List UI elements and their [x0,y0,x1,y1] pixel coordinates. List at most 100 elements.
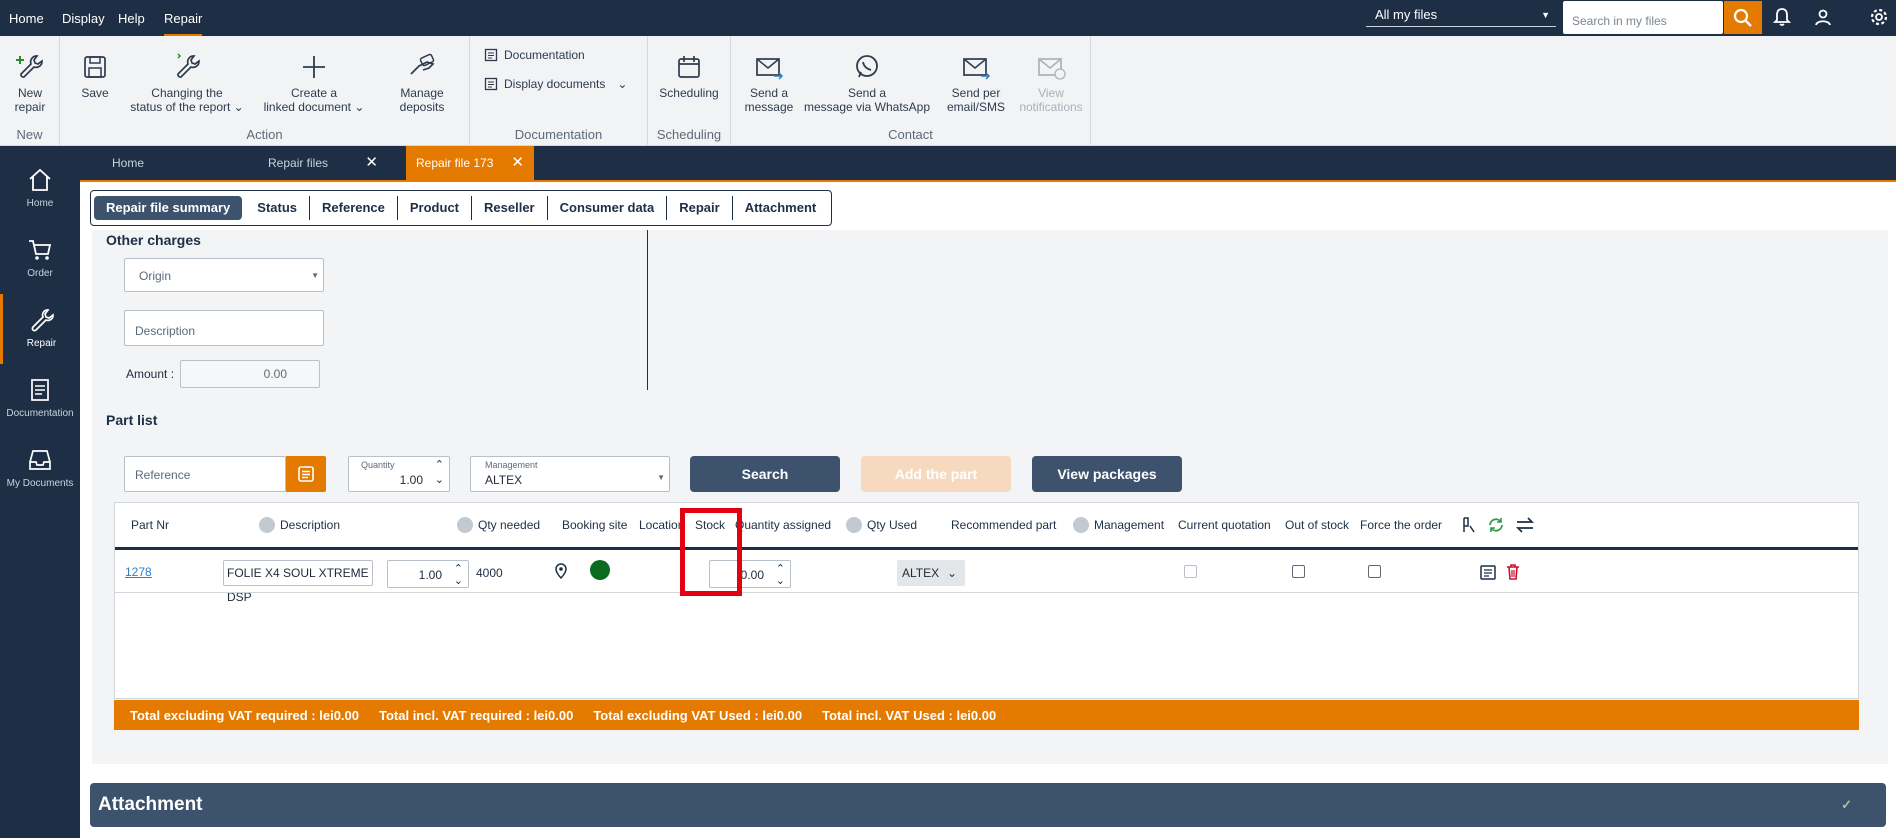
change-status-button[interactable]: Changing the status of the report ⌄ [126,52,248,114]
stepper-down-icon[interactable]: ⌄ [435,473,444,486]
header-current-quotation[interactable]: Current quotation [1178,503,1271,547]
header-location[interactable]: Location [639,503,684,547]
tab-attachment[interactable]: Attachment [733,196,829,220]
header-part-nr[interactable]: Part Nr [131,503,169,547]
row-management-select[interactable]: ALTEX ⌄ [897,560,965,586]
add-part-button[interactable]: Add the part [861,456,1011,492]
nav-home[interactable]: Home [0,154,80,224]
menu-home[interactable]: Home [9,0,44,36]
home-icon [29,168,51,191]
display-documents-button[interactable]: Display documents ⌄ [484,77,627,91]
stepper-down-icon[interactable]: ⌄ [776,567,785,595]
new-repair-button[interactable]: New repair [8,52,52,114]
tab-product[interactable]: Product [398,196,473,220]
nav-order[interactable]: Order [0,224,80,294]
tab-consumer-data[interactable]: Consumer data [548,196,668,220]
header-description[interactable]: Description [259,503,340,547]
wrench-icon [177,53,200,78]
tab-reseller[interactable]: Reseller [472,196,548,220]
amount-input[interactable]: 0.00 [180,360,320,388]
booking-site-value: 4000 [476,566,503,580]
reference-lookup-button[interactable] [286,456,326,492]
search-input[interactable]: Search in my files [1563,1,1723,34]
management-select[interactable]: Management ALTEX ▼ [470,456,670,492]
documentation-button[interactable]: Documentation [484,48,585,62]
doc-tab-repair-files[interactable]: Repair files ✕ [258,146,388,180]
tab-status[interactable]: Status [245,196,311,220]
left-nav: Home Order Repair Documentation My Docum… [0,146,80,838]
doc-tab-repair-file-173[interactable]: Repair file 173 ✕ [406,146,534,180]
ribbon-group-action: Save Changing the status of the report ⌄ … [60,36,470,146]
qty-needed-stepper[interactable]: 1.00 ⌃ ⌄ [387,560,469,588]
list-icon [298,466,314,482]
view-packages-button[interactable]: View packages [1032,456,1182,492]
tab-repair[interactable]: Repair [667,196,733,220]
search-button[interactable]: Search [690,456,840,492]
document-tabs: Home Repair files ✕ Repair file 173 ✕ [80,146,1896,180]
other-charges-title: Other charges [106,232,201,248]
document-icon [484,48,498,62]
manage-deposits-button[interactable]: Manage deposits [386,52,458,114]
location-pin-icon[interactable] [553,563,569,584]
header-recommended-part[interactable]: Recommended part [951,503,1056,547]
header-booking-site[interactable]: Booking site [562,503,627,547]
chevron-down-icon: ▼ [657,473,665,482]
close-icon[interactable]: ✕ [511,146,524,180]
files-scope-select[interactable]: All my files ▼ [1366,3,1556,27]
stepper-down-icon[interactable]: ⌄ [454,567,463,595]
part-nr-link[interactable]: 1278 [125,565,152,579]
header-qty-used[interactable]: Qty Used [846,503,917,547]
doc-tab-home[interactable]: Home [102,146,232,180]
scheduling-button[interactable]: Scheduling [656,52,722,100]
send-whatsapp-button[interactable]: Send a message via WhatsApp [802,52,932,114]
check-circle-icon: ✓ [1841,797,1852,812]
header-divider [115,547,1858,550]
menu-repair[interactable]: Repair [164,0,203,36]
origin-select[interactable]: Origin ▼ [124,258,324,292]
view-notifications-button[interactable]: View notifications [1016,52,1086,114]
menu-help[interactable]: Help [118,0,145,36]
out-of-stock-checkbox[interactable] [1292,565,1305,578]
group-title-contact: Contact [888,127,933,142]
tab-reference[interactable]: Reference [310,196,398,220]
attachment-section-header[interactable]: Attachment ✓ [90,783,1886,827]
swap-icon[interactable] [1515,503,1535,547]
create-linked-document-button[interactable]: Create a linked document ⌄ [256,52,372,114]
quantity-stepper[interactable]: Quantity 1.00 ⌃ ⌄ [348,456,450,492]
header-qty-needed[interactable]: Qty needed [457,503,540,547]
group-title-scheduling: Scheduling [656,127,722,142]
header-out-of-stock[interactable]: Out of stock [1285,503,1349,547]
user-icon[interactable] [1812,6,1834,28]
header-force-the-order[interactable]: Force the order [1360,503,1442,547]
delete-icon[interactable] [1504,563,1522,584]
current-quotation-checkbox[interactable] [1184,565,1197,578]
part-details-icon[interactable] [1479,563,1497,584]
refresh-icon[interactable] [1487,503,1505,547]
search-button[interactable] [1724,1,1762,34]
nav-documentation[interactable]: Documentation [0,364,80,434]
save-icon [84,56,106,78]
pencil-icon [846,517,862,533]
nav-my-documents[interactable]: My Documents [0,434,80,504]
close-icon[interactable]: ✕ [365,146,378,180]
total-excl-vat-used: Total excluding VAT Used : lei0.00 [593,707,803,723]
header-quantity-assigned[interactable]: Quantity assigned [735,503,831,547]
description-input[interactable]: Description [124,310,324,346]
send-message-button[interactable]: Send a message [736,52,802,114]
menu-display[interactable]: Display [62,0,105,36]
group-title-documentation: Documentation [514,127,603,142]
document-list-icon [484,77,498,91]
tab-repair-file-summary[interactable]: Repair file summary [94,196,243,220]
stepper-up-icon[interactable]: ⌃ [435,458,444,471]
gear-icon[interactable] [1868,6,1890,28]
part-description-input[interactable]: FOLIE X4 SOUL XTREME DSP [223,560,373,604]
reference-input[interactable]: Reference [124,456,286,492]
header-management[interactable]: Management [1073,503,1164,547]
calendar-icon [678,56,700,78]
nav-repair[interactable]: Repair [0,294,80,364]
send-email-sms-button[interactable]: Send per email/SMS [936,52,1016,114]
save-button[interactable]: Save [72,52,118,100]
force-order-checkbox[interactable] [1368,565,1381,578]
bell-icon[interactable] [1771,6,1793,28]
column-settings-icon[interactable] [1461,503,1477,547]
